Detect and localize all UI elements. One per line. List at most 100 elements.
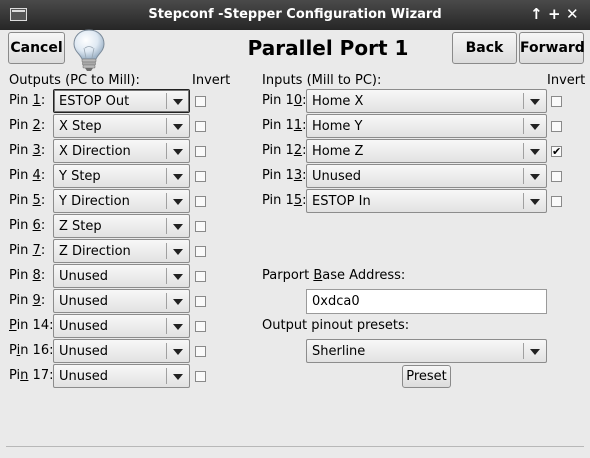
chevron-down-icon <box>173 324 183 330</box>
input-pin-select[interactable]: ESTOP In <box>306 189 547 213</box>
input-pin-select-value: Home Z <box>312 144 364 159</box>
output-pin-label: Pin 8: <box>9 268 46 283</box>
chevron-down-icon <box>173 249 183 255</box>
output-invert-checkbox[interactable] <box>195 321 206 332</box>
chevron-down-icon <box>530 99 540 105</box>
restore-button[interactable]: ↑ <box>530 5 543 23</box>
back-button[interactable]: Back <box>452 32 517 64</box>
chevron-down-icon <box>530 199 540 205</box>
preset-select[interactable]: Sherline <box>306 339 547 363</box>
input-pin-select-value: Unused <box>312 169 362 184</box>
output-invert-checkbox[interactable] <box>195 296 206 307</box>
output-pin-label: Pin 6: <box>9 218 46 233</box>
output-pin-select[interactable]: Unused <box>53 364 190 388</box>
output-pin-select[interactable]: Unused <box>53 264 190 288</box>
output-pinout-presets-label: Output pinout presets: <box>262 318 410 333</box>
output-pin-select[interactable]: Z Step <box>53 214 190 238</box>
output-pin-select[interactable]: Y Direction <box>53 189 190 213</box>
input-pin-select-value: Home X <box>312 94 364 109</box>
output-pin-select-value: X Step <box>59 119 102 134</box>
output-pin-select-value: Unused <box>59 269 109 284</box>
output-invert-checkbox[interactable] <box>195 196 206 207</box>
output-invert-checkbox[interactable] <box>195 96 206 107</box>
forward-button[interactable]: Forward <box>519 32 585 64</box>
input-invert-checkbox[interactable]: ✔ <box>551 146 562 157</box>
chevron-down-icon <box>173 224 183 230</box>
chevron-down-icon <box>530 349 540 355</box>
output-pin-select[interactable]: Unused <box>53 289 190 313</box>
output-pin-select-value: Y Direction <box>59 194 130 209</box>
input-pin-select-value: ESTOP In <box>312 194 371 209</box>
output-pin-select[interactable]: Z Direction <box>53 239 190 263</box>
divider <box>6 446 584 447</box>
chevron-down-icon <box>173 374 183 380</box>
input-pin-select[interactable]: Home X <box>306 89 547 113</box>
output-pin-select[interactable]: Unused <box>53 314 190 338</box>
output-invert-checkbox[interactable] <box>195 271 206 282</box>
output-pin-label: Pin 4: <box>9 168 46 183</box>
output-pin-label: Pin 3: <box>9 143 46 158</box>
chevron-down-icon <box>173 199 183 205</box>
lightbulb-icon <box>73 29 105 71</box>
output-pin-select-value: Unused <box>59 344 109 359</box>
output-pin-select[interactable]: X Step <box>53 114 190 138</box>
chevron-down-icon <box>173 99 183 105</box>
inputs-header: Inputs (Mill to PC): <box>262 73 382 88</box>
chevron-down-icon <box>173 299 183 305</box>
output-pin-label: Pin 5: <box>9 193 46 208</box>
output-invert-checkbox[interactable] <box>195 346 206 357</box>
output-pin-select-value: Z Step <box>59 219 102 234</box>
input-pin-select[interactable]: Home Y <box>306 114 547 138</box>
parport-base-address-label: Parport Base Address: <box>262 268 406 283</box>
input-invert-checkbox[interactable] <box>551 96 562 107</box>
input-invert-checkbox[interactable] <box>551 171 562 182</box>
input-pin-select-value: Home Y <box>312 119 363 134</box>
chevron-down-icon <box>530 124 540 130</box>
window-title: Stepconf -Stepper Configuration Wizard <box>148 7 442 22</box>
output-invert-checkbox[interactable] <box>195 246 206 257</box>
output-pin-select-value: Z Direction <box>59 244 131 259</box>
parport-base-address-input[interactable] <box>306 289 547 314</box>
output-pin-select-value: Unused <box>59 319 109 334</box>
chevron-down-icon <box>173 124 183 130</box>
inputs-invert-header: Invert <box>547 73 586 88</box>
output-pin-select-value: X Direction <box>59 144 131 159</box>
output-pin-select[interactable]: ESTOP Out <box>53 89 190 113</box>
output-pin-select[interactable]: Y Step <box>53 164 190 188</box>
output-pin-label: Pin 17: <box>9 368 54 383</box>
input-pin-select[interactable]: Unused <box>306 164 547 188</box>
output-invert-checkbox[interactable] <box>195 371 206 382</box>
output-pin-select-value: Unused <box>59 369 109 384</box>
input-pin-label: Pin 15: <box>262 193 307 208</box>
output-invert-checkbox[interactable] <box>195 221 206 232</box>
output-pin-select-value: Y Step <box>59 169 101 184</box>
cancel-button[interactable]: Cancel <box>8 32 65 64</box>
preset-button[interactable]: Preset <box>402 365 451 388</box>
output-pin-label: Pin 2: <box>9 118 46 133</box>
maximize-button[interactable]: + <box>548 5 561 23</box>
output-invert-checkbox[interactable] <box>195 146 206 157</box>
output-pin-label: Pin 7: <box>9 243 46 258</box>
input-pin-label: Pin 10: <box>262 93 307 108</box>
output-invert-checkbox[interactable] <box>195 171 206 182</box>
output-pin-label: Pin 16: <box>9 343 54 358</box>
preset-select-value: Sherline <box>312 344 366 359</box>
output-pin-select[interactable]: X Direction <box>53 139 190 163</box>
chevron-down-icon <box>173 274 183 280</box>
output-pin-select[interactable]: Unused <box>53 339 190 363</box>
chevron-down-icon <box>173 174 183 180</box>
title-bar[interactable]: Stepconf -Stepper Configuration Wizard ↑… <box>0 0 590 30</box>
chevron-down-icon <box>530 149 540 155</box>
close-button[interactable]: ✕ <box>566 5 579 23</box>
input-pin-label: Pin 12: <box>262 143 307 158</box>
input-invert-checkbox[interactable] <box>551 196 562 207</box>
input-invert-checkbox[interactable] <box>551 121 562 132</box>
output-pin-select-value: ESTOP Out <box>59 94 130 109</box>
input-pin-label: Pin 13: <box>262 168 307 183</box>
output-pin-label: Pin 14: <box>9 318 54 333</box>
output-pin-select-value: Unused <box>59 294 109 309</box>
outputs-header: Outputs (PC to Mill): <box>9 73 140 88</box>
input-pin-label: Pin 11: <box>262 118 307 133</box>
input-pin-select[interactable]: Home Z <box>306 139 547 163</box>
output-invert-checkbox[interactable] <box>195 121 206 132</box>
